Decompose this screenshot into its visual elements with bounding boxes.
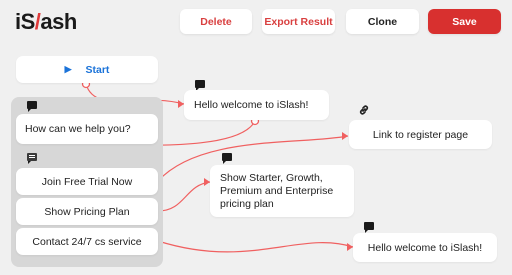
option-label: Show Pricing Plan bbox=[44, 205, 130, 218]
option-show-pricing-plan[interactable]: Show Pricing Plan bbox=[16, 198, 158, 225]
connector-pricing-to-message bbox=[157, 181, 211, 212]
link-node-text: Link to register page bbox=[372, 128, 469, 141]
options-icon bbox=[27, 153, 37, 164]
connector-contact-to-welcome bbox=[157, 240, 354, 253]
message-icon bbox=[222, 153, 232, 164]
message-icon bbox=[364, 222, 374, 233]
welcome-message-node-2[interactable]: Hello welcome to iSlash! bbox=[353, 233, 497, 262]
play-icon: ▶ bbox=[64, 64, 72, 74]
pricing-message-node[interactable]: Show Starter, Growth, Premium and Enterp… bbox=[210, 165, 354, 217]
option-join-free-trial[interactable]: Join Free Trial Now bbox=[16, 168, 158, 195]
welcome-message-text: Hello welcome to iSlash! bbox=[367, 241, 483, 254]
message-icon bbox=[195, 80, 205, 91]
link-icon bbox=[359, 105, 369, 115]
start-node[interactable]: ▶ Start bbox=[16, 56, 158, 83]
question-text: How can we help you? bbox=[25, 123, 131, 135]
question-node[interactable]: How can we help you? bbox=[16, 114, 158, 144]
option-contact-cs[interactable]: Contact 24/7 cs service bbox=[16, 228, 158, 255]
arrowhead-link bbox=[342, 132, 348, 140]
link-node[interactable]: Link to register page bbox=[349, 120, 492, 149]
option-label: Contact 24/7 cs service bbox=[32, 235, 142, 248]
pricing-message-text: Show Starter, Growth, Premium and Enterp… bbox=[220, 171, 334, 210]
option-label: Join Free Trial Now bbox=[41, 175, 133, 188]
welcome-message-node[interactable]: Hello welcome to iSlash! bbox=[184, 90, 329, 120]
start-label: Start bbox=[85, 63, 110, 76]
message-icon bbox=[27, 101, 37, 112]
welcome-message-text: Hello welcome to iSlash! bbox=[194, 99, 309, 111]
